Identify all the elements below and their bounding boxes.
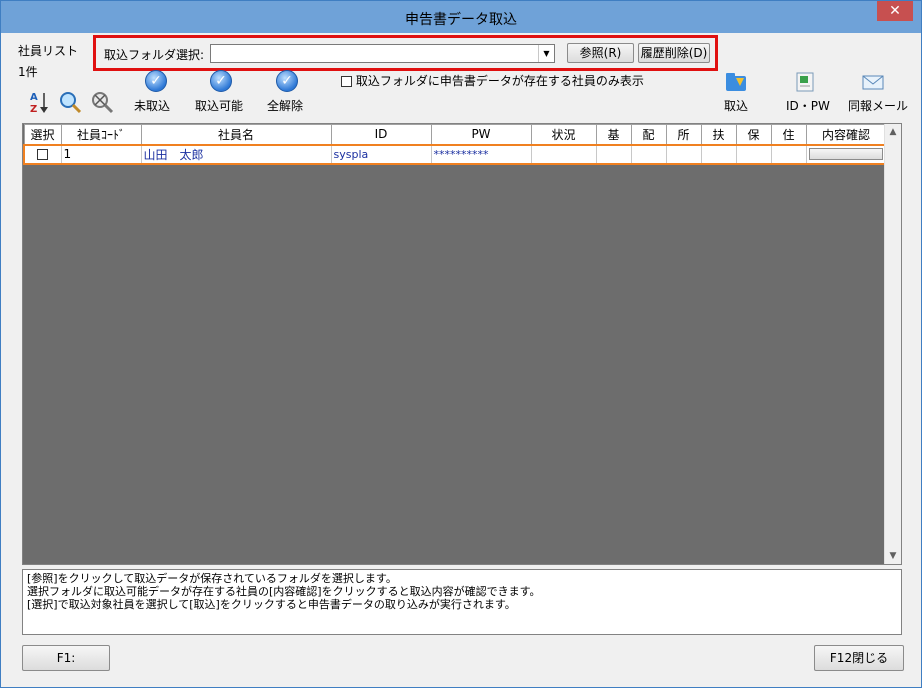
close-button[interactable]: ✕: [877, 1, 913, 21]
col-header-housing[interactable]: 住: [770, 124, 807, 145]
mail-button-label[interactable]: 同報メール: [848, 97, 908, 114]
col-header-spouse[interactable]: 配: [630, 124, 667, 145]
row-id: syspla: [330, 143, 432, 165]
clear-all-check-icon[interactable]: ✓: [276, 70, 298, 92]
row-pw: **********: [430, 143, 532, 165]
filter-checkbox-label: 取込フォルダに申告書データが存在する社員のみ表示: [355, 74, 644, 88]
grid-scrollbar[interactable]: ▲ ▼: [884, 124, 901, 564]
chevron-down-icon[interactable]: ▼: [538, 45, 554, 62]
table-row[interactable]: 1 山田 太郎 syspla **********: [23, 143, 887, 165]
col-header-pw[interactable]: PW: [430, 124, 532, 145]
row-status: [530, 143, 597, 165]
col-header-status[interactable]: 状況: [530, 124, 597, 145]
clear-all-button-label[interactable]: 全解除: [267, 97, 303, 114]
svg-text:A: A: [30, 92, 38, 103]
not-imported-check-icon[interactable]: ✓: [145, 70, 167, 92]
row-spouse: [630, 143, 667, 165]
row-basic: [595, 143, 632, 165]
clear-search-icon[interactable]: [90, 90, 114, 114]
col-header-select[interactable]: 選択: [23, 124, 62, 145]
help-line: [参照]をクリックして取込データが保存されているフォルダを選択します。: [27, 572, 397, 585]
employee-table: 選択 社員ｺｰﾄﾞ 社員名 ID PW 状況 基 配 所 扶 保 住 内容確認: [23, 124, 887, 165]
folder-select-combobox[interactable]: ▼: [210, 44, 555, 63]
row-select-cell[interactable]: [23, 143, 62, 165]
browse-button[interactable]: 参照(R): [567, 43, 634, 63]
row-dependents: [700, 143, 737, 165]
help-text-panel: [参照]をクリックして取込データが保存されているフォルダを選択します。 選択フォ…: [22, 569, 902, 635]
row-income: [665, 143, 702, 165]
title-bar: 申告書データ取込 ✕: [1, 1, 921, 33]
dialog-body: 社員リスト 1件 取込フォルダ選択: ▼ 参照(R) 履歴削除(D) A Z ✓…: [8, 33, 914, 681]
import-folder-icon[interactable]: [724, 70, 750, 94]
folder-select-panel: 取込フォルダ選択: ▼ 参照(R) 履歴削除(D): [93, 35, 718, 71]
employee-grid: 選択 社員ｺｰﾄﾞ 社員名 ID PW 状況 基 配 所 扶 保 住 内容確認: [22, 123, 902, 565]
close-dialog-button[interactable]: F12閉じる: [814, 645, 904, 671]
employee-count: 1件: [18, 65, 38, 79]
scroll-up-icon[interactable]: ▲: [885, 124, 901, 140]
idpw-button-label[interactable]: ID・PW: [786, 97, 830, 114]
row-code: 1: [60, 143, 142, 165]
col-header-code[interactable]: 社員ｺｰﾄﾞ: [60, 124, 142, 145]
review-button[interactable]: [808, 148, 883, 160]
col-header-insurance[interactable]: 保: [735, 124, 772, 145]
not-imported-button-label[interactable]: 未取込: [134, 97, 170, 114]
window-title: 申告書データ取込: [405, 12, 517, 28]
col-header-basic[interactable]: 基: [595, 124, 632, 145]
sort-az-icon[interactable]: A Z: [28, 89, 50, 115]
table-header-row: 選択 社員ｺｰﾄﾞ 社員名 ID PW 状況 基 配 所 扶 保 住 内容確認: [23, 124, 887, 145]
help-line: [選択]で取込対象社員を選択して[取込]をクリックすると申告書データの取り込みが…: [27, 598, 516, 611]
row-select-checkbox[interactable]: [37, 149, 49, 160]
col-header-name[interactable]: 社員名: [140, 124, 332, 145]
col-header-id[interactable]: ID: [330, 124, 432, 145]
folder-select-label: 取込フォルダ選択:: [104, 48, 205, 62]
col-header-review[interactable]: 内容確認: [805, 124, 887, 145]
importable-button-label[interactable]: 取込可能: [195, 97, 243, 114]
svg-text:Z: Z: [30, 104, 37, 115]
clear-history-button[interactable]: 履歴削除(D): [638, 43, 710, 63]
help-line: 選択フォルダに取込可能データが存在する社員の[内容確認]をクリックすると取込内容…: [27, 585, 541, 598]
col-header-income[interactable]: 所: [665, 124, 702, 145]
importable-check-icon[interactable]: ✓: [210, 70, 232, 92]
filter-checkbox[interactable]: [341, 76, 352, 87]
id-card-icon[interactable]: [794, 71, 818, 93]
row-housing: [770, 143, 807, 165]
import-button-label[interactable]: 取込: [724, 97, 748, 114]
col-header-dependents[interactable]: 扶: [700, 124, 737, 145]
row-insurance: [735, 143, 772, 165]
row-name: 山田 太郎: [140, 143, 332, 165]
main-window: 申告書データ取込 ✕ 社員リスト 1件 取込フォルダ選択: ▼ 参照(R) 履歴…: [0, 0, 922, 688]
search-icon[interactable]: [58, 90, 82, 114]
scroll-down-icon[interactable]: ▼: [885, 548, 901, 564]
f1-button[interactable]: F1:: [22, 645, 110, 671]
mail-icon[interactable]: [860, 71, 886, 93]
row-review-cell: [805, 143, 887, 165]
employee-list-label: 社員リスト: [18, 44, 79, 58]
filter-checkbox-row[interactable]: 取込フォルダに申告書データが存在する社員のみ表示: [341, 72, 644, 89]
